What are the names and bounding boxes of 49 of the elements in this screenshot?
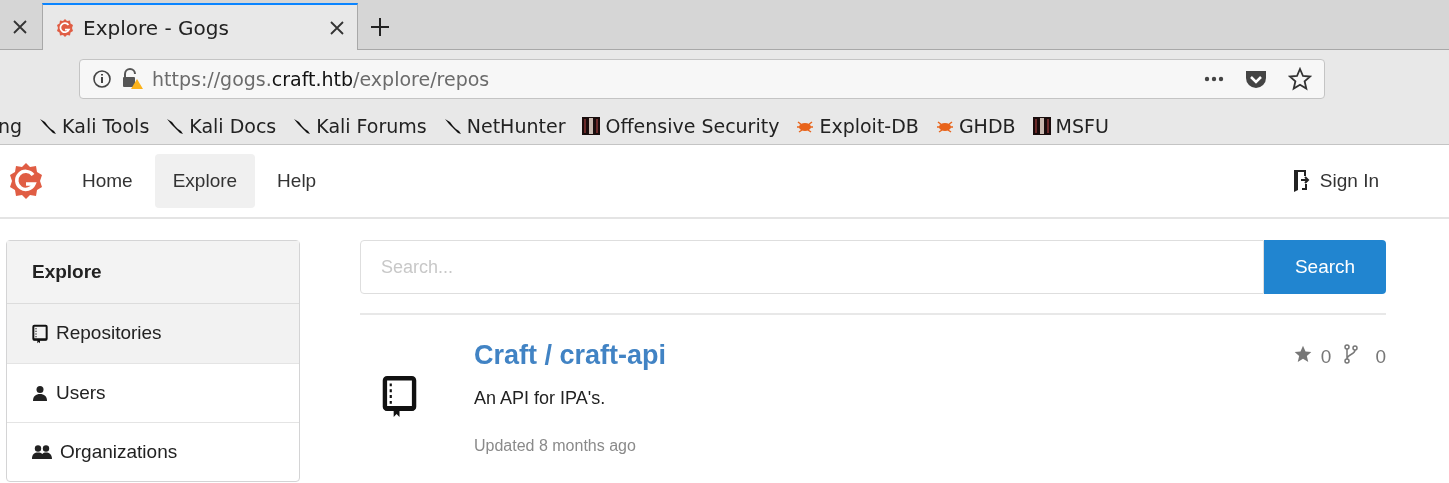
- users-icon: [32, 444, 52, 460]
- new-tab-icon[interactable]: [370, 17, 390, 37]
- door-icon: [1291, 169, 1312, 193]
- sign-in-link[interactable]: Sign In: [1291, 166, 1379, 196]
- star-icon: [1292, 344, 1313, 364]
- sidebar-item[interactable]: Users: [7, 363, 299, 422]
- fork-count: 0: [1375, 345, 1386, 369]
- url-text: https://gogs.craft.htb/explore/repos: [152, 66, 490, 92]
- bookmark[interactable]: Kali Tools: [38, 111, 150, 141]
- browser-tab[interactable]: Explore - Gogs: [42, 3, 358, 50]
- bookmark[interactable]: MSFU: [1031, 111, 1109, 141]
- bug-icon: [795, 118, 816, 134]
- bookmark[interactable]: ng: [0, 111, 23, 141]
- close-icon[interactable]: [12, 19, 28, 35]
- tab-title: Explore - Gogs: [83, 14, 230, 42]
- book-icon: [32, 323, 48, 344]
- close-icon[interactable]: [329, 19, 345, 36]
- search-button[interactable]: Search: [1264, 240, 1386, 294]
- bug-icon: [934, 118, 955, 134]
- repo-description: An API for IPA's.: [474, 387, 607, 410]
- repo-title-link[interactable]: Craft / craft-api: [474, 339, 1293, 371]
- nav-link[interactable]: Explore: [154, 153, 256, 209]
- star-icon[interactable]: [1288, 67, 1312, 91]
- book-icon: [382, 374, 417, 419]
- sidebar-item[interactable]: Organizations: [7, 422, 299, 481]
- user-icon: [32, 385, 48, 401]
- sidebar-label: Users: [56, 380, 106, 405]
- star-count: 0: [1320, 345, 1332, 369]
- bookmark[interactable]: NetHunter: [442, 111, 566, 141]
- bookmark[interactable]: Kali Forums: [292, 111, 427, 141]
- nav-link[interactable]: Help: [259, 153, 335, 209]
- film-icon: [581, 116, 602, 136]
- film-icon: [1031, 116, 1052, 136]
- bookmark[interactable]: Exploit-DB: [795, 111, 919, 141]
- bookmark[interactable]: Kali Docs: [165, 111, 277, 141]
- bookmark[interactable]: GHDB: [934, 111, 1016, 141]
- bookmark[interactable]: Offensive Security: [581, 111, 780, 141]
- info-icon[interactable]: [92, 69, 112, 89]
- nav-link[interactable]: Home: [64, 153, 151, 209]
- fork-icon: [1343, 344, 1360, 364]
- more-icon[interactable]: [1204, 75, 1224, 83]
- updated-time: Updated 8 months ago: [474, 436, 637, 456]
- sidebar-header: Explore: [7, 241, 299, 304]
- sidebar-label: Organizations: [60, 439, 178, 464]
- address-bar[interactable]: https://gogs.craft.htb/explore/repos: [79, 59, 1325, 99]
- sidebar-item[interactable]: Repositories: [7, 304, 299, 363]
- gogs-logo-icon: [55, 17, 75, 38]
- sidebar-label: Repositories: [56, 321, 162, 346]
- lock-warning-icon[interactable]: [120, 67, 144, 91]
